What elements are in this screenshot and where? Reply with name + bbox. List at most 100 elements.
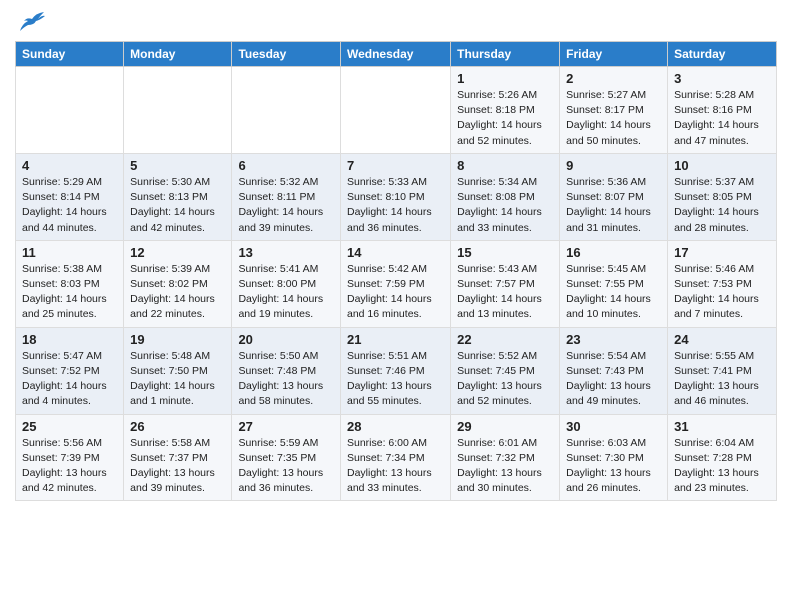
day-info: Sunrise: 6:00 AM Sunset: 7:34 PM Dayligh… <box>347 436 444 497</box>
day-info: Sunrise: 5:27 AM Sunset: 8:17 PM Dayligh… <box>566 88 661 149</box>
calendar-cell <box>340 67 450 154</box>
calendar-cell: 23Sunrise: 5:54 AM Sunset: 7:43 PM Dayli… <box>560 327 668 414</box>
weekday-header-sunday: Sunday <box>16 42 124 67</box>
day-number: 16 <box>566 245 661 260</box>
day-info: Sunrise: 5:58 AM Sunset: 7:37 PM Dayligh… <box>130 436 225 497</box>
calendar-cell: 17Sunrise: 5:46 AM Sunset: 7:53 PM Dayli… <box>668 240 777 327</box>
calendar-cell <box>232 67 341 154</box>
calendar-cell: 22 Sunrise: 5:52 AM Sunset: 7:45 PM Dayli… <box>451 327 560 414</box>
day-info: Sunrise: 5:45 AM Sunset: 7:55 PM Dayligh… <box>566 262 661 323</box>
calendar-cell: 20 Sunrise: 5:50 AM Sunset: 7:48 PM Dayli… <box>232 327 341 414</box>
weekday-header-saturday: Saturday <box>668 42 777 67</box>
calendar-week-row: 1 Sunrise: 5:26 AM Sunset: 8:18 PM Daylig… <box>16 67 777 154</box>
logo <box>15 15 46 33</box>
day-number: 18 <box>22 332 117 347</box>
day-number: 30 <box>566 419 661 434</box>
day-info: Sunrise: 5:38 AM Sunset: 8:03 PM Dayligh… <box>22 262 117 323</box>
calendar-cell: 4Sunrise: 5:29 AM Sunset: 8:14 PM Daylig… <box>16 153 124 240</box>
day-number: 5 <box>130 158 225 173</box>
day-info: Sunrise: 5:39 AM Sunset: 8:02 PM Dayligh… <box>130 262 225 323</box>
day-info: Sunrise: 5:52 AM Sunset: 7:45 PM Dayligh… <box>457 349 553 410</box>
calendar-cell: 8 Sunrise: 5:34 AM Sunset: 8:08 PM Daylig… <box>451 153 560 240</box>
day-info: Sunrise: 5:56 AM Sunset: 7:39 PM Dayligh… <box>22 436 117 497</box>
weekday-header-wednesday: Wednesday <box>340 42 450 67</box>
weekday-header-row: SundayMondayTuesdayWednesdayThursdayFrid… <box>16 42 777 67</box>
day-number: 1 <box>457 71 553 86</box>
calendar-cell: 5 Sunrise: 5:30 AM Sunset: 8:13 PM Daylig… <box>124 153 232 240</box>
day-info: Sunrise: 5:51 AM Sunset: 7:46 PM Dayligh… <box>347 349 444 410</box>
day-info: Sunrise: 5:59 AM Sunset: 7:35 PM Dayligh… <box>238 436 334 497</box>
day-info: Sunrise: 5:26 AM Sunset: 8:18 PM Dayligh… <box>457 88 553 149</box>
calendar-cell: 25 Sunrise: 5:56 AM Sunset: 7:39 PM Dayli… <box>16 414 124 501</box>
day-number: 2 <box>566 71 661 86</box>
day-info: Sunrise: 5:34 AM Sunset: 8:08 PM Dayligh… <box>457 175 553 236</box>
calendar-cell <box>16 67 124 154</box>
day-number: 25 <box>22 419 117 434</box>
calendar-cell: 29 Sunrise: 6:01 AM Sunset: 7:32 PM Dayli… <box>451 414 560 501</box>
day-number: 7 <box>347 158 444 173</box>
calendar-cell: 9Sunrise: 5:36 AM Sunset: 8:07 PM Daylig… <box>560 153 668 240</box>
calendar-cell: 19Sunrise: 5:48 AM Sunset: 7:50 PM Dayli… <box>124 327 232 414</box>
day-info: Sunrise: 6:04 AM Sunset: 7:28 PM Dayligh… <box>674 436 770 497</box>
calendar-cell: 24 Sunrise: 5:55 AM Sunset: 7:41 PM Dayli… <box>668 327 777 414</box>
calendar-cell: 16 Sunrise: 5:45 AM Sunset: 7:55 PM Dayli… <box>560 240 668 327</box>
weekday-header-thursday: Thursday <box>451 42 560 67</box>
day-number: 19 <box>130 332 225 347</box>
day-number: 13 <box>238 245 334 260</box>
day-number: 10 <box>674 158 770 173</box>
calendar-week-row: 4Sunrise: 5:29 AM Sunset: 8:14 PM Daylig… <box>16 153 777 240</box>
day-info: Sunrise: 5:32 AM Sunset: 8:11 PM Dayligh… <box>238 175 334 236</box>
calendar-cell: 2 Sunrise: 5:27 AM Sunset: 8:17 PM Daylig… <box>560 67 668 154</box>
day-info: Sunrise: 6:03 AM Sunset: 7:30 PM Dayligh… <box>566 436 661 497</box>
day-info: Sunrise: 5:55 AM Sunset: 7:41 PM Dayligh… <box>674 349 770 410</box>
calendar-cell <box>124 67 232 154</box>
calendar-cell: 28 Sunrise: 6:00 AM Sunset: 7:34 PM Dayli… <box>340 414 450 501</box>
day-number: 24 <box>674 332 770 347</box>
day-number: 26 <box>130 419 225 434</box>
page-header <box>15 10 777 33</box>
calendar-cell: 6 Sunrise: 5:32 AM Sunset: 8:11 PM Daylig… <box>232 153 341 240</box>
day-number: 12 <box>130 245 225 260</box>
calendar-cell: 7 Sunrise: 5:33 AM Sunset: 8:10 PM Daylig… <box>340 153 450 240</box>
day-info: Sunrise: 5:30 AM Sunset: 8:13 PM Dayligh… <box>130 175 225 236</box>
calendar-cell: 26 Sunrise: 5:58 AM Sunset: 7:37 PM Dayli… <box>124 414 232 501</box>
calendar-cell: 1 Sunrise: 5:26 AM Sunset: 8:18 PM Daylig… <box>451 67 560 154</box>
day-number: 23 <box>566 332 661 347</box>
calendar-cell: 10 Sunrise: 5:37 AM Sunset: 8:05 PM Dayli… <box>668 153 777 240</box>
day-number: 14 <box>347 245 444 260</box>
day-number: 27 <box>238 419 334 434</box>
day-number: 28 <box>347 419 444 434</box>
calendar-cell: 18 Sunrise: 5:47 AM Sunset: 7:52 PM Dayli… <box>16 327 124 414</box>
day-number: 21 <box>347 332 444 347</box>
day-number: 22 <box>457 332 553 347</box>
calendar-week-row: 11 Sunrise: 5:38 AM Sunset: 8:03 PM Dayli… <box>16 240 777 327</box>
day-number: 4 <box>22 158 117 173</box>
day-info: Sunrise: 5:46 AM Sunset: 7:53 PM Dayligh… <box>674 262 770 323</box>
day-info: Sunrise: 5:33 AM Sunset: 8:10 PM Dayligh… <box>347 175 444 236</box>
calendar-cell: 13 Sunrise: 5:41 AM Sunset: 8:00 PM Dayli… <box>232 240 341 327</box>
day-info: Sunrise: 5:41 AM Sunset: 8:00 PM Dayligh… <box>238 262 334 323</box>
day-number: 11 <box>22 245 117 260</box>
calendar-table: SundayMondayTuesdayWednesdayThursdayFrid… <box>15 41 777 501</box>
day-info: Sunrise: 5:42 AM Sunset: 7:59 PM Dayligh… <box>347 262 444 323</box>
day-number: 31 <box>674 419 770 434</box>
day-info: Sunrise: 5:47 AM Sunset: 7:52 PM Dayligh… <box>22 349 117 410</box>
day-info: Sunrise: 5:28 AM Sunset: 8:16 PM Dayligh… <box>674 88 770 149</box>
day-info: Sunrise: 5:50 AM Sunset: 7:48 PM Dayligh… <box>238 349 334 410</box>
calendar-cell: 21 Sunrise: 5:51 AM Sunset: 7:46 PM Dayli… <box>340 327 450 414</box>
day-number: 8 <box>457 158 553 173</box>
calendar-cell: 15Sunrise: 5:43 AM Sunset: 7:57 PM Dayli… <box>451 240 560 327</box>
day-number: 6 <box>238 158 334 173</box>
calendar-cell: 30 Sunrise: 6:03 AM Sunset: 7:30 PM Dayli… <box>560 414 668 501</box>
day-info: Sunrise: 5:37 AM Sunset: 8:05 PM Dayligh… <box>674 175 770 236</box>
day-info: Sunrise: 6:01 AM Sunset: 7:32 PM Dayligh… <box>457 436 553 497</box>
day-number: 9 <box>566 158 661 173</box>
weekday-header-friday: Friday <box>560 42 668 67</box>
day-number: 20 <box>238 332 334 347</box>
day-number: 29 <box>457 419 553 434</box>
calendar-cell: 31 Sunrise: 6:04 AM Sunset: 7:28 PM Dayli… <box>668 414 777 501</box>
calendar-cell: 27 Sunrise: 5:59 AM Sunset: 7:35 PM Dayli… <box>232 414 341 501</box>
calendar-cell: 11 Sunrise: 5:38 AM Sunset: 8:03 PM Dayli… <box>16 240 124 327</box>
weekday-header-monday: Monday <box>124 42 232 67</box>
calendar-week-row: 25 Sunrise: 5:56 AM Sunset: 7:39 PM Dayli… <box>16 414 777 501</box>
